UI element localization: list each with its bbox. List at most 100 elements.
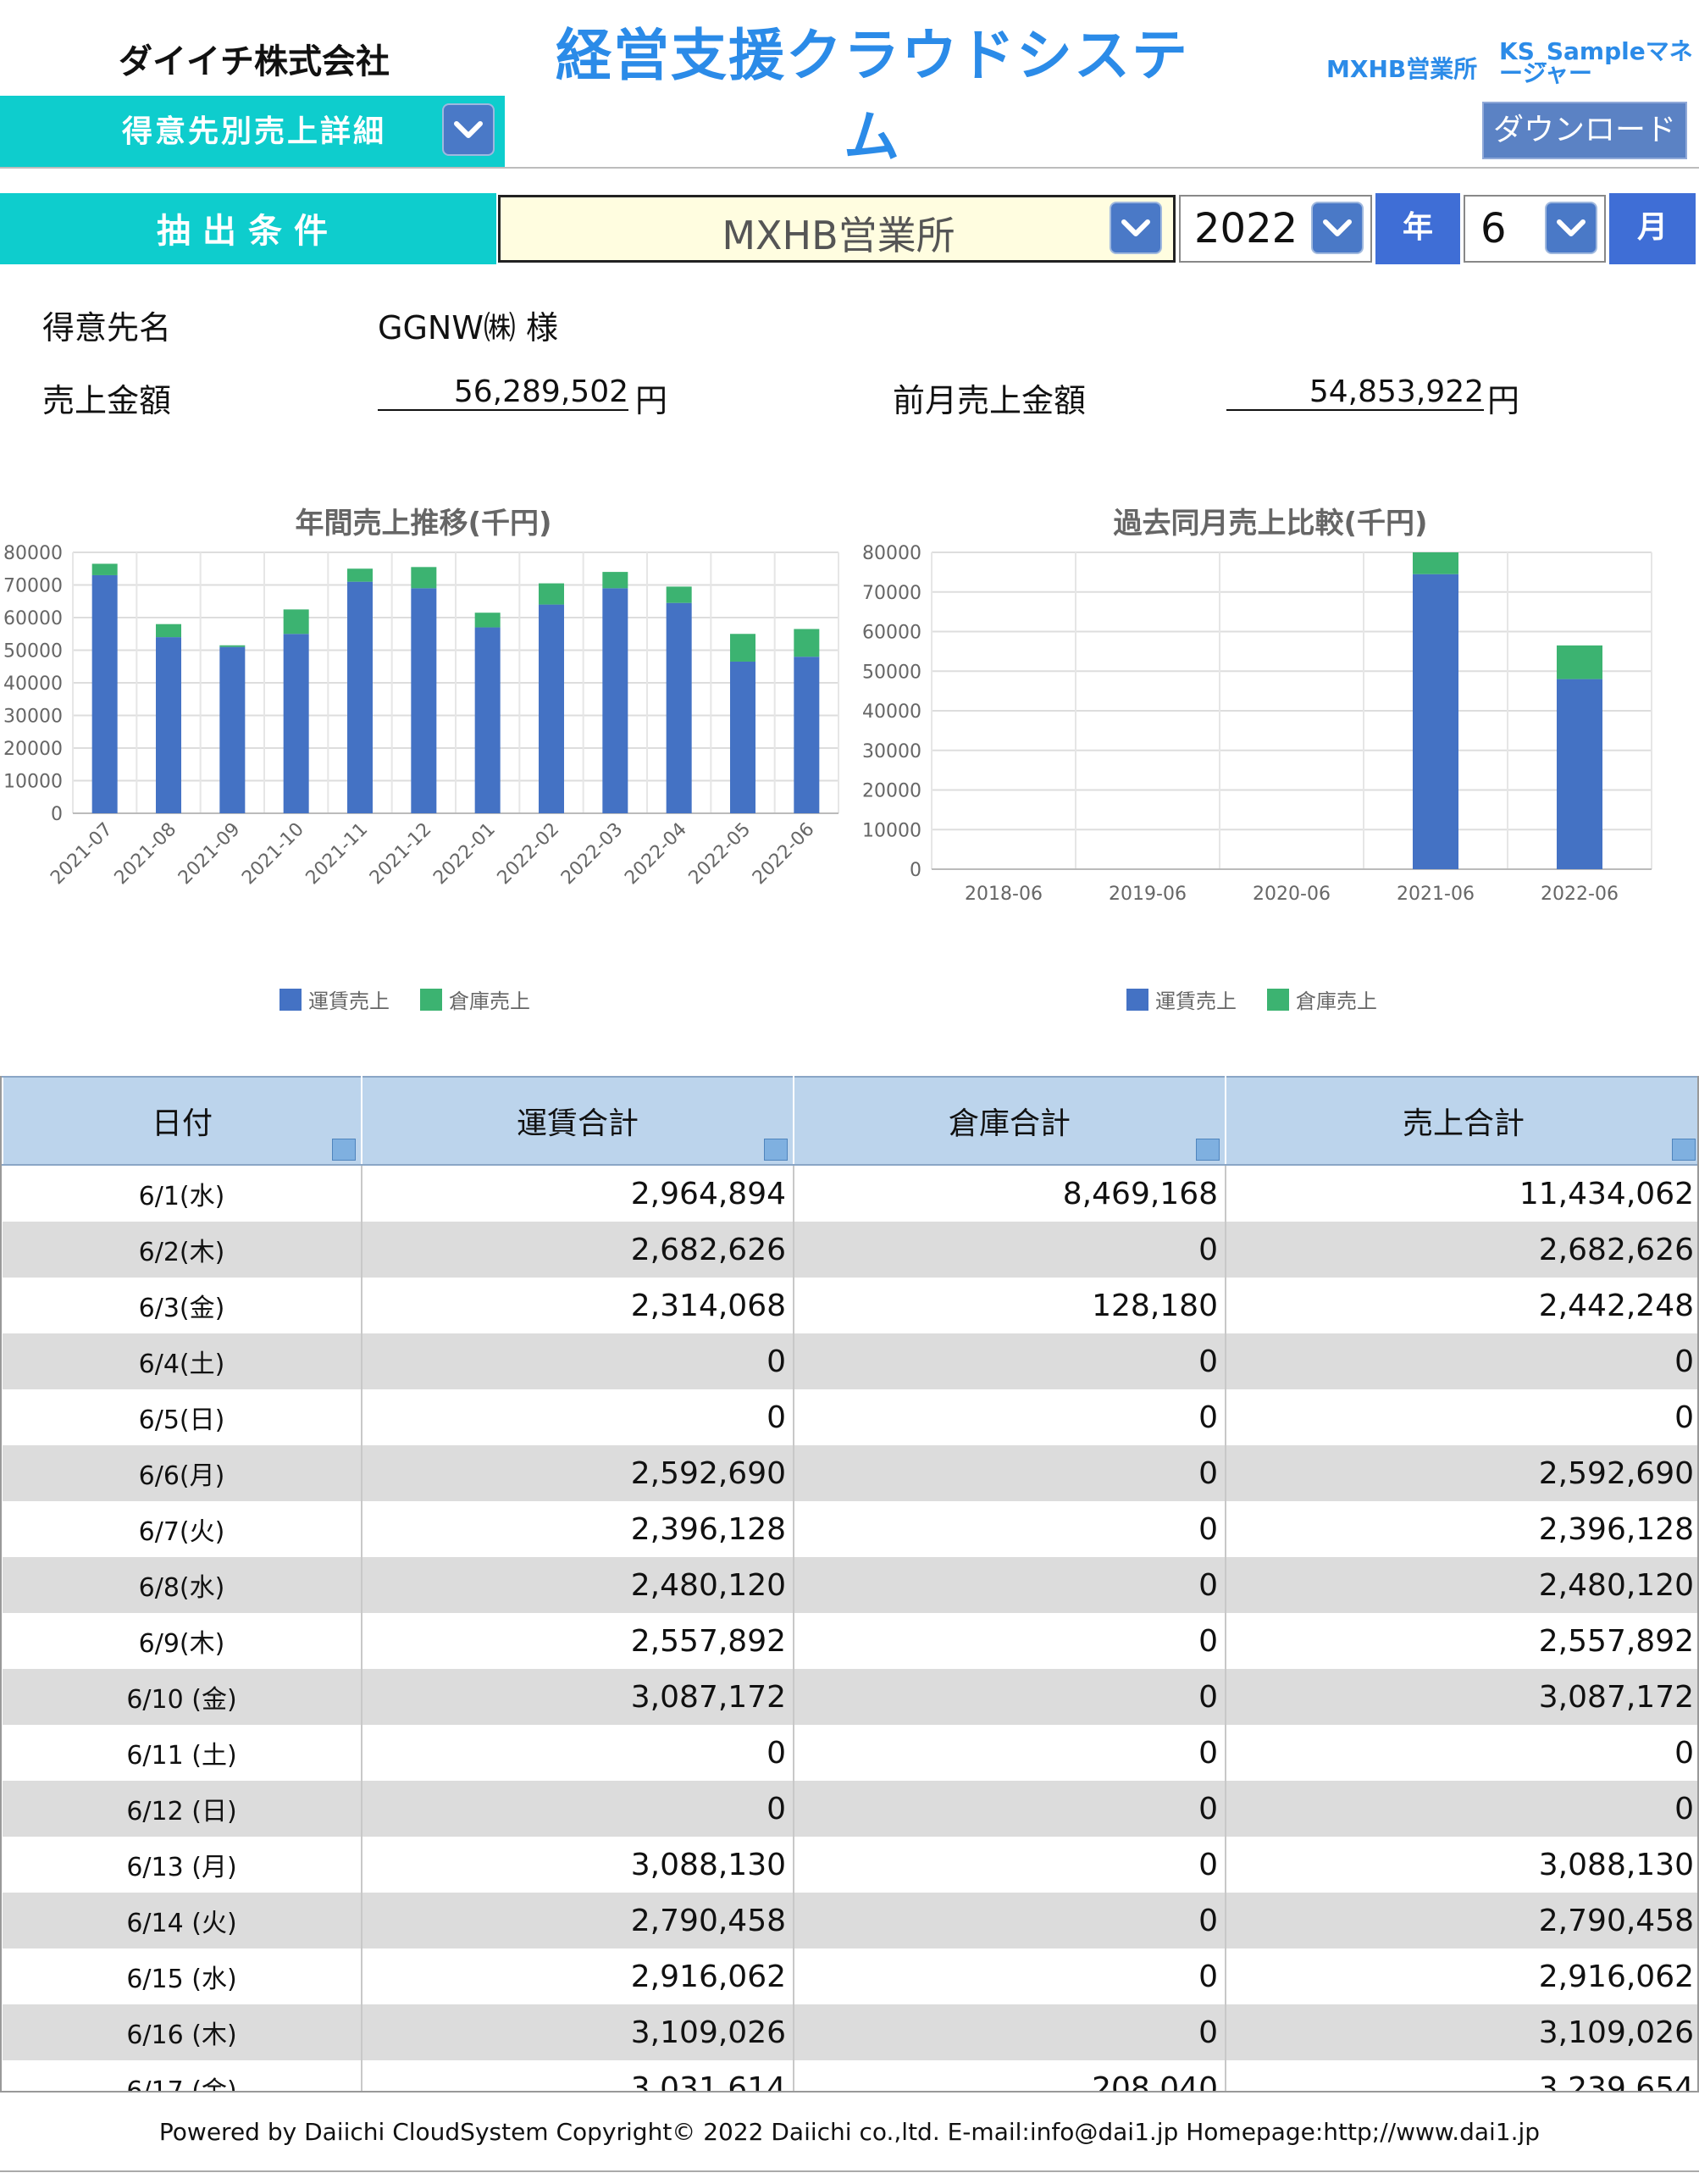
cell-date: 6/2(木)	[3, 1222, 362, 1278]
month-unit-label: 月	[1609, 193, 1696, 264]
cell-warehouse: 0	[794, 1557, 1226, 1613]
bar-freight	[730, 661, 755, 813]
legend-label-freight: 運賃売上	[1155, 989, 1237, 1013]
table-row[interactable]: 6/4(土) 0 0 0	[3, 1333, 1697, 1389]
col-header-freight[interactable]: 運賃合計	[361, 1076, 794, 1166]
x-tick-label: 2022-06	[749, 819, 819, 890]
cell-date: 6/15 (水)	[3, 1948, 362, 2004]
bar-freight	[1413, 574, 1458, 869]
x-tick-label: 2022-04	[621, 819, 691, 890]
filter-icon[interactable]	[1196, 1139, 1220, 1161]
x-tick-label: 2022-05	[685, 819, 755, 890]
cell-warehouse: 0	[794, 1669, 1226, 1725]
cell-freight: 0	[362, 1781, 794, 1837]
y-tick-label: 60000	[3, 608, 63, 629]
col-header-total[interactable]: 売上合計	[1225, 1076, 1697, 1166]
table-row[interactable]: 6/12 (日) 0 0 0	[3, 1781, 1697, 1837]
filter-icon[interactable]	[332, 1139, 356, 1161]
year-unit-label: 年	[1375, 193, 1460, 264]
bar-freight	[219, 646, 246, 813]
table-row[interactable]: 6/13 (月) 3,088,130 0 3,088,130	[3, 1837, 1697, 1893]
bar-warehouse	[539, 583, 564, 605]
table-row[interactable]: 6/8(水) 2,480,120 0 2,480,120	[3, 1557, 1697, 1613]
x-tick-label: 2020-06	[1253, 884, 1331, 905]
cell-freight: 0	[362, 1389, 794, 1445]
filter-icon[interactable]	[764, 1139, 788, 1161]
cell-date: 6/4(土)	[3, 1333, 362, 1389]
table-row[interactable]: 6/16 (木) 3,109,026 0 3,109,026	[3, 2004, 1697, 2060]
col-header-label: 売上合計	[1402, 1106, 1525, 1141]
bar-warehouse	[219, 645, 246, 647]
cell-date: 6/8(水)	[3, 1557, 362, 1613]
cell-warehouse: 0	[794, 1222, 1226, 1278]
y-tick-label: 0	[51, 804, 63, 825]
cell-warehouse: 0	[794, 1613, 1226, 1669]
footer-text: Powered by Daiichi CloudSystem Copyright…	[158, 2118, 1541, 2146]
bar-freight	[347, 581, 373, 813]
y-tick-label: 60000	[862, 623, 921, 644]
col-header-date[interactable]: 日付	[2, 1076, 362, 1166]
y-tick-label: 70000	[3, 576, 63, 597]
conditions-title: 抽出条件	[157, 212, 340, 251]
table-row[interactable]: 6/7(火) 2,396,128 0 2,396,128	[3, 1501, 1697, 1557]
table-row[interactable]: 6/10 (金) 3,087,172 0 3,087,172	[3, 1669, 1697, 1725]
cell-total: 2,682,626	[1226, 1222, 1697, 1278]
chart-yoy: 0 10000 20000 30000 40000 50000 60000 70000 8000…	[862, 543, 1652, 905]
year-value: 2022	[1194, 205, 1298, 252]
y-tick-label: 80000	[862, 543, 921, 564]
table-row[interactable]: 6/2(木) 2,682,626 0 2,682,626	[3, 1222, 1697, 1278]
bar-warehouse	[1557, 645, 1602, 679]
company-name: ダイイチ株式会社	[119, 42, 390, 81]
table-row[interactable]: 6/6(月) 2,592,690 0 2,592,690	[3, 1445, 1697, 1501]
cell-warehouse: 0	[794, 1501, 1226, 1557]
y-tick-label: 50000	[862, 662, 921, 683]
y-tick-label: 30000	[3, 707, 63, 728]
cell-date: 6/14 (火)	[3, 1893, 362, 1948]
cell-date: 6/10 (金)	[3, 1669, 362, 1725]
cell-warehouse: 0	[794, 1781, 1226, 1837]
legend-swatch-freight	[279, 988, 302, 1011]
x-tick-label: 2022-01	[429, 819, 500, 890]
month-value: 6	[1480, 205, 1507, 252]
filter-icon[interactable]	[1672, 1139, 1696, 1161]
cell-freight: 2,964,894	[362, 1165, 794, 1222]
table-row[interactable]: 6/11 (土) 0 0 0	[3, 1725, 1697, 1781]
cell-total: 3,109,026	[1226, 2004, 1697, 2060]
cell-total: 2,396,128	[1226, 1501, 1697, 1557]
table-row[interactable]: 6/5(日) 0 0 0	[3, 1389, 1697, 1445]
table-row[interactable]: 6/9(木) 2,557,892 0 2,557,892	[3, 1613, 1697, 1669]
year-dropdown-button[interactable]	[1311, 202, 1364, 254]
bar-freight	[794, 657, 820, 813]
chart-annual-legend: 運賃売上 倉庫売上	[279, 984, 530, 1014]
footer-divider	[0, 2170, 1699, 2172]
table-row[interactable]: 6/14 (火) 2,790,458 0 2,790,458	[3, 1893, 1697, 1948]
cell-freight: 2,682,626	[362, 1222, 794, 1278]
bar-warehouse	[411, 567, 437, 589]
cell-warehouse: 208,040	[794, 2060, 1226, 2091]
bar-warehouse	[347, 568, 373, 582]
prev-sales-label: 前月売上金額	[893, 382, 1087, 419]
x-tick-label: 2021-09	[174, 819, 245, 890]
office-dropdown-button[interactable]	[1110, 202, 1162, 254]
bar-freight	[602, 588, 628, 813]
cell-warehouse: 0	[794, 1893, 1226, 1948]
daily-table-scroll[interactable]: 日付 運賃合計 倉庫合計 売上合計 6/1(水) 2,964,894 8,469,1…	[0, 1076, 1699, 2093]
cell-freight: 3,088,130	[362, 1837, 794, 1893]
table-row[interactable]: 6/15 (水) 2,916,062 0 2,916,062	[3, 1948, 1697, 2004]
cell-freight: 0	[362, 1725, 794, 1781]
table-row[interactable]: 6/1(水) 2,964,894 8,469,168 11,434,062	[3, 1165, 1697, 1222]
col-header-label: 倉庫合計	[948, 1106, 1071, 1141]
col-header-warehouse[interactable]: 倉庫合計	[793, 1076, 1226, 1166]
bar-warehouse	[283, 609, 309, 635]
menu-dropdown-button[interactable]	[442, 103, 495, 156]
download-button[interactable]: ダウンロード	[1482, 102, 1687, 159]
col-header-label: 日付	[151, 1106, 213, 1141]
menu-title: 得意先別売上詳細	[121, 114, 386, 149]
bar-freight	[411, 588, 437, 813]
cell-date: 6/6(月)	[3, 1445, 362, 1501]
table-row[interactable]: 6/17 (金) 3,031,614 208,040 3,239,654	[3, 2060, 1697, 2091]
table-row[interactable]: 6/3(金) 2,314,068 128,180 2,442,248	[3, 1278, 1697, 1333]
cell-warehouse: 0	[794, 1837, 1226, 1893]
month-dropdown-button[interactable]	[1545, 202, 1597, 254]
sales-amount: 56,289,502	[378, 374, 628, 411]
